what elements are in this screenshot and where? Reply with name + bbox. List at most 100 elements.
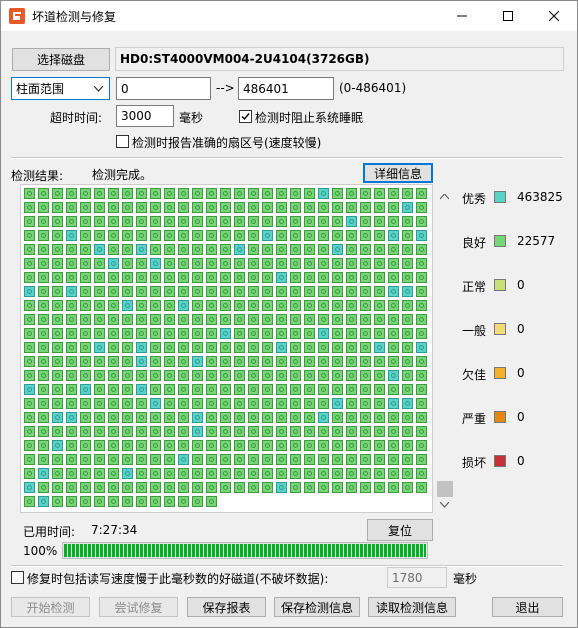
- exit-button[interactable]: 退出: [492, 597, 563, 617]
- sector-block: [192, 412, 203, 423]
- legend-swatch: [494, 367, 506, 379]
- legend-label: 正常: [462, 280, 487, 294]
- minimize-button[interactable]: [439, 1, 485, 31]
- sector-block: [38, 482, 49, 493]
- sector-block: [164, 300, 175, 311]
- start-scan-button[interactable]: 开始检测: [11, 597, 90, 617]
- sector-block: [276, 286, 287, 297]
- sector-block: [346, 426, 357, 437]
- sector-block: [192, 244, 203, 255]
- sector-block: [402, 384, 413, 395]
- sector-map-grid: [20, 184, 433, 513]
- grid-scrollbar[interactable]: [435, 184, 455, 513]
- sector-block: [346, 272, 357, 283]
- sector-block: [304, 356, 315, 367]
- sector-block: [234, 188, 245, 199]
- sector-block: [136, 188, 147, 199]
- range-start-input[interactable]: 0: [116, 77, 211, 100]
- sector-block: [24, 356, 35, 367]
- sector-block: [402, 412, 413, 423]
- sector-block: [318, 384, 329, 395]
- sector-block: [150, 356, 161, 367]
- sector-block: [416, 216, 427, 227]
- sector-block: [374, 272, 385, 283]
- sector-block: [178, 272, 189, 283]
- sector-block: [318, 230, 329, 241]
- sector-block: [150, 384, 161, 395]
- sector-block: [206, 216, 217, 227]
- maximize-button[interactable]: [485, 1, 531, 31]
- sector-block: [388, 370, 399, 381]
- sector-block: [248, 314, 259, 325]
- timeout-input[interactable]: 3000: [116, 105, 174, 127]
- sector-block: [388, 216, 399, 227]
- sector-block: [66, 412, 77, 423]
- sector-block: [150, 300, 161, 311]
- load-info-button[interactable]: 读取检测信息: [368, 597, 456, 617]
- sector-block: [122, 314, 133, 325]
- sector-block: [80, 286, 91, 297]
- sector-block: [24, 188, 35, 199]
- sector-block: [262, 412, 273, 423]
- sector-block: [248, 384, 259, 395]
- reset-button[interactable]: 复位: [367, 519, 433, 541]
- sector-block: [332, 356, 343, 367]
- sector-block: [66, 384, 77, 395]
- scroll-up-icon[interactable]: [440, 194, 449, 200]
- sector-block: [38, 454, 49, 465]
- sector-block: [276, 300, 287, 311]
- sector-block: [136, 342, 147, 353]
- sector-block: [290, 468, 301, 479]
- sector-block: [374, 398, 385, 409]
- try-repair-button[interactable]: 尝试修复: [99, 597, 178, 617]
- scrollbar-thumb[interactable]: [437, 481, 453, 497]
- save-report-button[interactable]: 保存报表: [187, 597, 266, 617]
- sector-block: [304, 202, 315, 213]
- sector-block: [108, 272, 119, 283]
- repair-slow-checkbox[interactable]: [11, 571, 24, 584]
- sector-block: [248, 188, 259, 199]
- report-sector-checkbox[interactable]: [116, 135, 129, 148]
- sector-block: [94, 216, 105, 227]
- sector-block: [24, 314, 35, 325]
- sector-block: [24, 258, 35, 269]
- close-button[interactable]: [531, 1, 577, 31]
- sector-block: [136, 440, 147, 451]
- sector-block: [122, 216, 133, 227]
- sector-block: [80, 272, 91, 283]
- save-info-button[interactable]: 保存检测信息: [274, 597, 360, 617]
- sector-block: [122, 300, 133, 311]
- select-disk-button[interactable]: 选择磁盘: [12, 48, 110, 71]
- sector-block: [136, 496, 147, 507]
- details-button[interactable]: 详细信息: [363, 163, 433, 183]
- sector-block: [178, 286, 189, 297]
- sector-block: [318, 300, 329, 311]
- sector-block: [346, 384, 357, 395]
- sector-block: [178, 384, 189, 395]
- sector-block: [360, 272, 371, 283]
- sector-block: [80, 328, 91, 339]
- sector-block: [192, 468, 203, 479]
- sector-block: [262, 468, 273, 479]
- sector-block: [262, 342, 273, 353]
- prevent-sleep-checkbox[interactable]: [239, 110, 252, 123]
- sector-block: [52, 328, 63, 339]
- title-bar: 坏道检测与修复: [1, 1, 577, 31]
- sector-block: [80, 412, 91, 423]
- sector-block: [332, 384, 343, 395]
- range-mode-select[interactable]: 柱面范围: [11, 77, 110, 100]
- sector-block: [248, 244, 259, 255]
- sector-block: [234, 230, 245, 241]
- sector-block: [416, 454, 427, 465]
- repair-threshold-input[interactable]: 1780: [387, 567, 447, 588]
- sector-block: [136, 230, 147, 241]
- sector-block: [178, 202, 189, 213]
- sector-block: [276, 454, 287, 465]
- sector-block: [304, 244, 315, 255]
- sector-block: [220, 454, 231, 465]
- scroll-down-icon[interactable]: [440, 502, 449, 508]
- sector-block: [262, 230, 273, 241]
- sector-block: [80, 314, 91, 325]
- sector-block: [346, 202, 357, 213]
- range-end-input[interactable]: 486401: [238, 77, 334, 100]
